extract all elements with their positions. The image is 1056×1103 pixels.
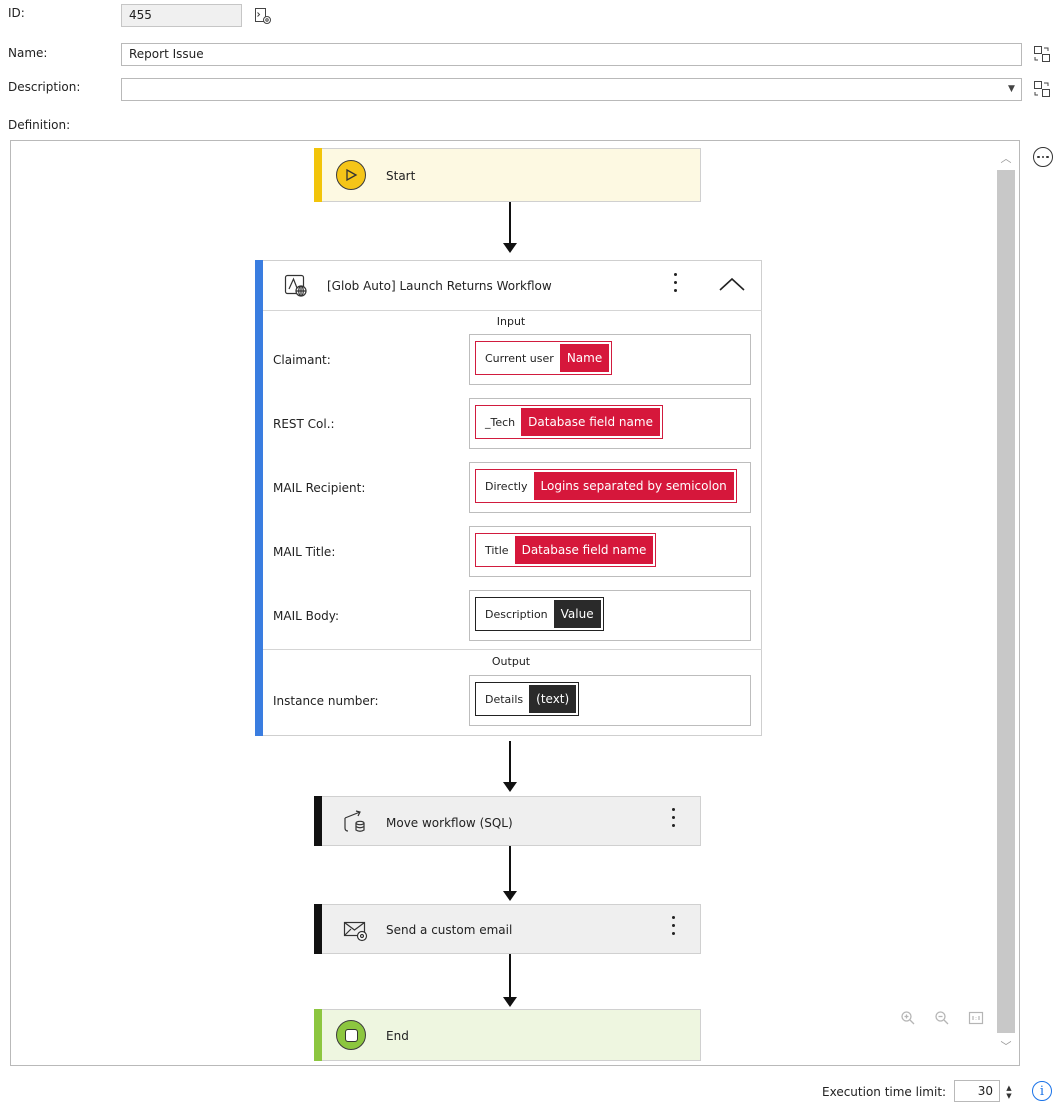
param-label: MAIL Recipient: <box>273 481 366 495</box>
chip-source: Details <box>485 692 524 706</box>
id-settings-icon[interactable] <box>252 5 274 27</box>
action-menu-icon[interactable] <box>671 273 679 292</box>
output-header: Output <box>491 655 531 668</box>
param-value-chip[interactable]: _Tech Database field name <box>475 405 663 439</box>
param-label: MAIL Title: <box>273 545 336 559</box>
move-workflow-icon <box>343 810 367 837</box>
name-translate-icon[interactable] <box>1031 43 1053 65</box>
collapse-icon[interactable] <box>718 276 746 295</box>
name-input[interactable]: Report Issue <box>121 43 1022 66</box>
connector-arrow <box>503 954 517 1007</box>
zoom-reset-icon[interactable] <box>968 1010 984 1030</box>
move-workflow-label: Move workflow (SQL) <box>386 816 513 830</box>
execution-time-input[interactable]: 30 <box>954 1080 1000 1102</box>
description-dropdown-icon[interactable]: ▼ <box>1008 84 1015 94</box>
end-node-bar <box>314 1009 322 1061</box>
connector-arrow <box>503 202 517 253</box>
action-node-bar <box>255 260 263 736</box>
definition-label: Definition: <box>8 118 71 132</box>
email-node-bar <box>314 904 322 954</box>
connector-arrow <box>503 846 517 901</box>
send-email-label: Send a custom email <box>386 923 513 937</box>
param-value-chip[interactable]: Description Value <box>475 597 604 631</box>
name-label: Name: <box>8 46 48 60</box>
zoom-in-icon[interactable] <box>900 1010 916 1030</box>
zoom-out-icon[interactable] <box>934 1010 950 1030</box>
execution-time-label: Execution time limit: <box>822 1085 947 1099</box>
divider <box>263 649 762 650</box>
param-label: Claimant: <box>273 353 331 367</box>
canvas-scrollbar[interactable] <box>997 170 1015 1033</box>
send-email-node[interactable]: Send a custom email <box>314 904 701 954</box>
connector-arrow <box>503 741 517 792</box>
param-label: Instance number: <box>273 694 379 708</box>
chip-source: Directly <box>485 479 528 493</box>
id-field: 455 <box>121 4 242 27</box>
param-value-chip[interactable]: Details (text) <box>475 682 580 716</box>
email-icon <box>343 918 369 945</box>
start-node[interactable]: Start <box>314 148 701 202</box>
param-label: REST Col.: <box>273 417 335 431</box>
id-label: ID: <box>8 6 25 20</box>
chip-source: _Tech <box>485 415 516 429</box>
scroll-down-icon[interactable]: ﹀ <box>998 1038 1014 1054</box>
move-workflow-node[interactable]: Move workflow (SQL) <box>314 796 701 846</box>
chip-source: Current user <box>485 351 554 365</box>
chip-source: Description <box>485 607 548 621</box>
info-icon[interactable]: i <box>1032 1081 1052 1101</box>
param-value-chip[interactable]: Directly Logins separated by semicolon <box>475 469 737 503</box>
description-translate-icon[interactable] <box>1031 78 1053 100</box>
stop-icon <box>336 1020 366 1050</box>
chip-type: Logins separated by semicolon <box>533 472 734 500</box>
chip-source: Title <box>485 543 509 557</box>
description-input[interactable] <box>121 78 1022 101</box>
launch-workflow-title: [Glob Auto] Launch Returns Workflow <box>327 279 552 293</box>
chip-type: Name <box>559 344 610 372</box>
launch-workflow-icon <box>284 274 308 301</box>
input-header: Input <box>496 315 526 328</box>
move-menu-icon[interactable] <box>669 808 677 827</box>
execution-time-stepper[interactable]: ▲ ▼ <box>1003 1082 1015 1102</box>
start-node-bar <box>314 148 322 202</box>
chip-type: Database field name <box>514 536 654 564</box>
start-node-label: Start <box>386 169 416 183</box>
move-node-bar <box>314 796 322 846</box>
more-options-icon[interactable] <box>1033 147 1053 167</box>
scroll-up-icon[interactable]: ︿ <box>998 150 1014 166</box>
play-icon <box>336 160 366 190</box>
email-menu-icon[interactable] <box>669 916 677 935</box>
end-node-label: End <box>386 1029 409 1043</box>
chip-type: Database field name <box>521 408 660 436</box>
chip-type: Value <box>553 600 601 628</box>
divider <box>263 310 762 311</box>
description-label: Description: <box>8 80 81 94</box>
param-value-chip[interactable]: Current user Name <box>475 341 613 375</box>
param-label: MAIL Body: <box>273 609 340 623</box>
end-node[interactable]: End <box>314 1009 701 1061</box>
param-value-chip[interactable]: Title Database field name <box>475 533 657 567</box>
chip-type: (text) <box>529 685 577 713</box>
